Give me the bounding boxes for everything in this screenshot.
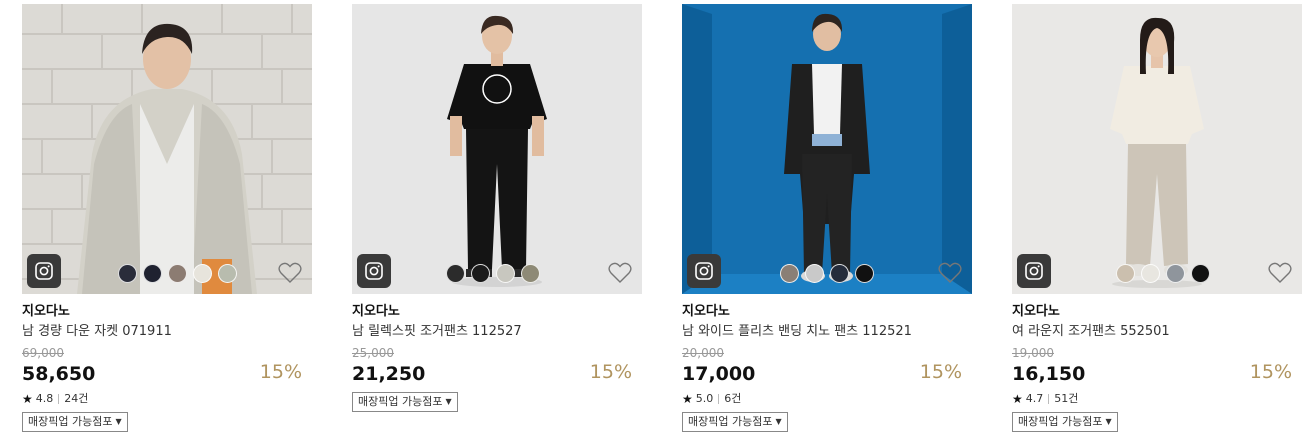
color-swatch[interactable]: [193, 264, 212, 283]
sale-price: 16,150: [1012, 363, 1086, 385]
instagram-button[interactable]: [357, 254, 391, 288]
caret-down-icon: ▼: [1105, 417, 1112, 426]
sale-price: 58,650: [22, 363, 96, 385]
price-row: 17,000 15%: [682, 361, 972, 386]
sale-price: 21,250: [352, 363, 426, 385]
discount-rate: 15%: [589, 361, 632, 383]
review-count: 6건: [724, 392, 742, 405]
instagram-icon: [695, 262, 713, 280]
store-pickup-dropdown[interactable]: 매장픽업 가능점포 ▼: [352, 392, 458, 412]
review-count: 51건: [1054, 392, 1079, 405]
color-swatch[interactable]: [471, 264, 490, 283]
price-row: 16,150 15%: [1012, 361, 1302, 386]
rating-score: 4.8: [35, 392, 54, 405]
caret-down-icon: ▼: [115, 417, 122, 426]
instagram-button[interactable]: [687, 254, 721, 288]
product-image[interactable]: [1012, 4, 1302, 294]
product-name[interactable]: 남 경량 다운 자켓 071911: [22, 323, 312, 340]
product-image[interactable]: [682, 4, 972, 294]
review-count: 24건: [64, 392, 89, 405]
rating: ★ 4.7 51건: [1012, 392, 1302, 406]
heart-icon[interactable]: [278, 262, 302, 284]
product-image[interactable]: [22, 4, 312, 294]
product-photo: [1012, 4, 1302, 294]
color-swatch[interactable]: [118, 264, 137, 283]
brand-name: 지오다노: [1012, 304, 1060, 319]
pickup-label: 매장픽업 가능점포: [1018, 415, 1103, 428]
heart-icon[interactable]: [1268, 262, 1292, 284]
product-grid: 지오다노 남 경량 다운 자켓 071911 69,000 58,650 15%…: [0, 0, 1306, 447]
color-swatch[interactable]: [780, 264, 799, 283]
rating: ★ 4.8 24건: [22, 392, 312, 406]
brand-name: 지오다노: [22, 304, 70, 319]
discount-rate: 15%: [259, 361, 302, 383]
product-image[interactable]: [352, 4, 642, 294]
product-name[interactable]: 여 라운지 조거팬츠 552501: [1012, 323, 1302, 340]
original-price: 19,000: [1012, 346, 1054, 360]
instagram-icon: [365, 262, 383, 280]
instagram-icon: [35, 262, 53, 280]
color-swatch[interactable]: [168, 264, 187, 283]
product-name[interactable]: 남 릴렉스핏 조거팬츠 112527: [352, 323, 642, 340]
product-card[interactable]: 지오다노 남 와이드 플리츠 밴딩 치노 팬츠 112521 20,000 17…: [682, 4, 972, 432]
star-icon: ★: [682, 392, 693, 406]
original-price: 25,000: [352, 346, 394, 360]
store-pickup-dropdown[interactable]: 매장픽업 가능점포 ▼: [1012, 412, 1118, 432]
color-swatch[interactable]: [1166, 264, 1185, 283]
color-swatch[interactable]: [218, 264, 237, 283]
color-swatches: [446, 264, 540, 283]
brand-name: 지오다노: [352, 304, 400, 319]
color-swatch[interactable]: [1191, 264, 1210, 283]
color-swatches: [118, 264, 237, 283]
rating: ★ 5.0 6건: [682, 392, 972, 406]
star-icon: ★: [22, 392, 33, 406]
star-icon: ★: [1012, 392, 1023, 406]
color-swatch[interactable]: [1116, 264, 1135, 283]
discount-rate: 15%: [919, 361, 962, 383]
sale-price: 17,000: [682, 363, 756, 385]
color-swatch[interactable]: [446, 264, 465, 283]
store-pickup-dropdown[interactable]: 매장픽업 가능점포 ▼: [22, 412, 128, 432]
instagram-icon: [1025, 262, 1043, 280]
color-swatch[interactable]: [143, 264, 162, 283]
pickup-label: 매장픽업 가능점포: [688, 415, 773, 428]
color-swatch[interactable]: [855, 264, 874, 283]
color-swatch[interactable]: [1141, 264, 1160, 283]
discount-rate: 15%: [1249, 361, 1292, 383]
product-card[interactable]: 지오다노 남 릴렉스핏 조거팬츠 112527 25,000 21,250 15…: [352, 4, 642, 412]
color-swatch[interactable]: [521, 264, 540, 283]
pickup-label: 매장픽업 가능점포: [28, 415, 113, 428]
product-name[interactable]: 남 와이드 플리츠 밴딩 치노 팬츠 112521: [682, 323, 972, 340]
instagram-button[interactable]: [27, 254, 61, 288]
divider: [58, 394, 60, 404]
instagram-button[interactable]: [1017, 254, 1051, 288]
heart-icon[interactable]: [608, 262, 632, 284]
divider: [718, 394, 720, 404]
caret-down-icon: ▼: [775, 417, 782, 426]
store-pickup-dropdown[interactable]: 매장픽업 가능점포 ▼: [682, 412, 788, 432]
product-card[interactable]: 지오다노 남 경량 다운 자켓 071911 69,000 58,650 15%…: [22, 4, 312, 432]
rating-score: 5.0: [695, 392, 714, 405]
pickup-label: 매장픽업 가능점포: [358, 395, 443, 408]
price-row: 21,250 15%: [352, 361, 642, 386]
product-photo: [682, 4, 972, 294]
price-row: 58,650 15%: [22, 361, 312, 386]
heart-icon[interactable]: [938, 262, 962, 284]
caret-down-icon: ▼: [445, 397, 452, 406]
product-card[interactable]: 지오다노 여 라운지 조거팬츠 552501 19,000 16,150 15%…: [1012, 4, 1302, 432]
color-swatch[interactable]: [830, 264, 849, 283]
rating-score: 4.7: [1025, 392, 1044, 405]
color-swatch[interactable]: [496, 264, 515, 283]
product-photo: [352, 4, 642, 294]
color-swatches: [780, 264, 874, 283]
original-price: 20,000: [682, 346, 724, 360]
original-price: 69,000: [22, 346, 64, 360]
color-swatches: [1116, 264, 1210, 283]
brand-name: 지오다노: [682, 304, 730, 319]
product-photo: [22, 4, 312, 294]
divider: [1048, 394, 1050, 404]
color-swatch[interactable]: [805, 264, 824, 283]
